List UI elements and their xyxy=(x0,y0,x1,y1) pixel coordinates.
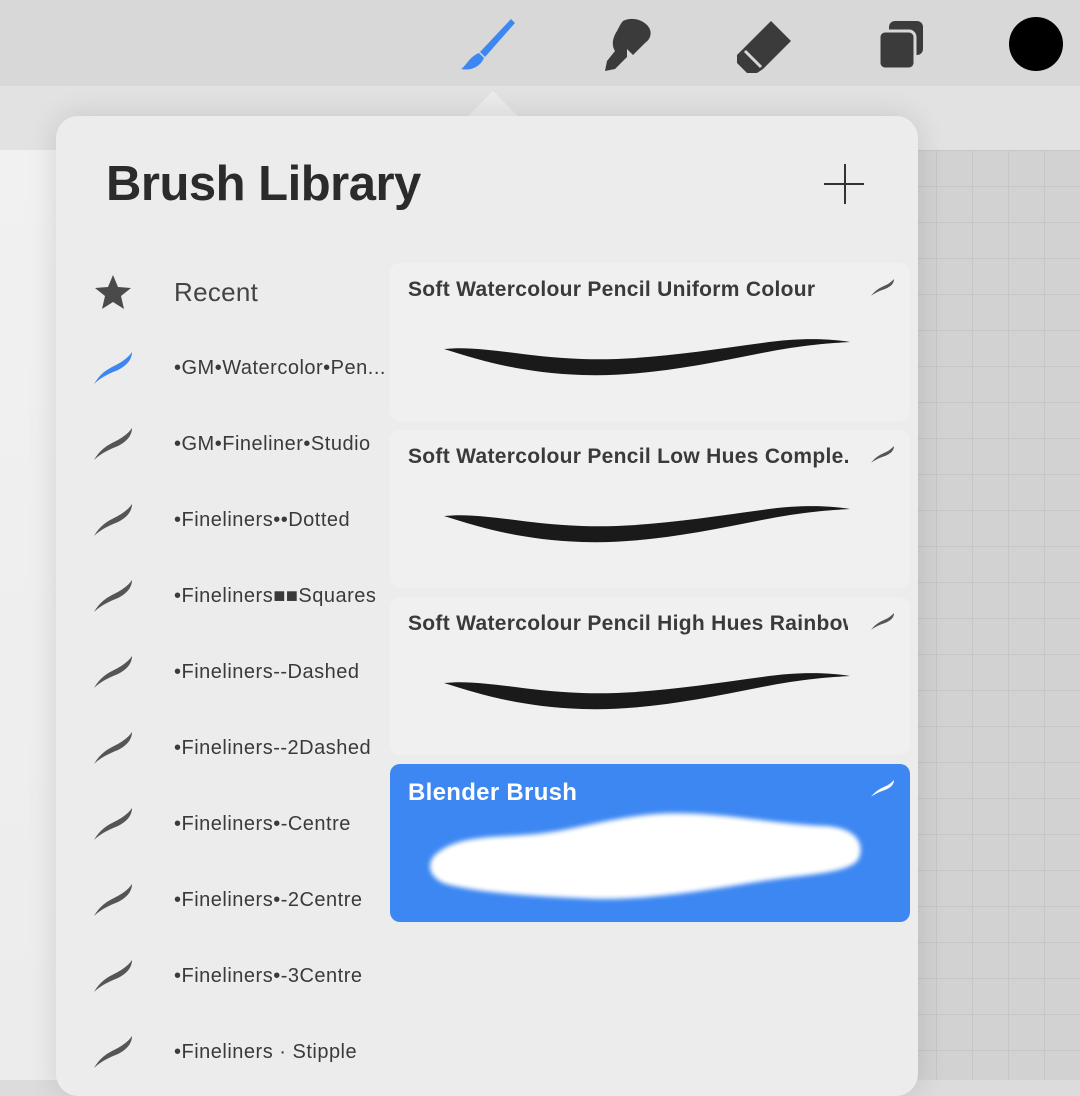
brush-set-label: •Fineliners--2Dashed xyxy=(174,736,372,759)
brush-stroke-icon xyxy=(871,613,894,630)
brush-set-label: •Fineliners--Dashed xyxy=(174,660,360,683)
smudge-tool-button[interactable] xyxy=(590,10,660,80)
brush-set-label: •Fineliners•-Centre xyxy=(174,812,351,835)
brush-stroke-icon xyxy=(94,428,132,460)
brush-set-item[interactable]: •Fineliners■■Squares xyxy=(56,558,390,634)
color-picker-button[interactable] xyxy=(1009,17,1063,71)
brush-set-recent[interactable]: Recent xyxy=(56,254,390,330)
brush-stroke-icon xyxy=(871,279,894,296)
layers-icon xyxy=(877,21,923,71)
brush-set-label: •Fineliners•-3Centre xyxy=(174,964,363,987)
canvas-grid-area[interactable] xyxy=(900,150,1080,1080)
brush-name: Soft Watercolour Pencil Uniform Colour xyxy=(408,278,816,301)
brush-set-item[interactable]: •GM•Watercolor•Pen... xyxy=(56,330,390,406)
stroke-preview xyxy=(430,813,861,899)
brush-icon xyxy=(461,19,515,70)
brush-set-label: •GM•Watercolor•Pen... xyxy=(174,356,386,379)
brush-set-item[interactable]: •Fineliners•-3Centre xyxy=(56,938,390,1014)
brush-stroke-icon xyxy=(94,884,132,916)
brush-set-label: Recent xyxy=(174,276,259,307)
brush-stroke-icon xyxy=(94,352,132,384)
brush-set-item[interactable]: •Fineliners--2Dashed xyxy=(56,710,390,786)
brush-set-label: •Fineliners••Dotted xyxy=(174,508,351,531)
brush-tool-button[interactable] xyxy=(452,10,522,80)
brush-set-item[interactable]: •Fineliners•-Centre xyxy=(56,786,390,862)
stroke-preview xyxy=(444,673,850,710)
brush-stroke-icon xyxy=(94,808,132,840)
stroke-preview xyxy=(444,506,850,543)
brush-set-label: •Fineliners · Stipple xyxy=(174,1040,358,1063)
layers-tool-button[interactable] xyxy=(864,10,934,80)
brush-stroke-icon xyxy=(94,580,132,612)
brush-set-item[interactable]: •Fineliners•-2Centre xyxy=(56,862,390,938)
add-brush-set-button[interactable] xyxy=(822,162,868,208)
brush-stroke-icon xyxy=(871,446,894,463)
brush-set-label: •Fineliners•-2Centre xyxy=(174,888,363,911)
brush-name: Soft Watercolour Pencil Low Hues Comple.… xyxy=(408,445,848,468)
brush-stroke-icon xyxy=(94,504,132,536)
smudge-finger-icon xyxy=(605,18,651,71)
brush-set-item[interactable]: •Fineliners · Stipple xyxy=(56,1014,390,1090)
brush-set-item[interactable]: •Fineliners••Dotted xyxy=(56,482,390,558)
eraser-tool-button[interactable] xyxy=(728,10,798,80)
stroke-preview xyxy=(444,339,850,376)
eraser-icon xyxy=(737,21,791,73)
panel-title: Brush Library xyxy=(106,157,421,211)
popover-arrow xyxy=(467,91,519,117)
brush-name: Blender Brush xyxy=(408,779,578,806)
brush-stroke-icon xyxy=(94,732,132,764)
brush-card-selected[interactable]: Blender Brush xyxy=(390,764,910,922)
brush-library-panel: Brush Library Recent •GM•Watercolor•Pen.… xyxy=(56,116,918,1096)
brush-set-label: •Fineliners■■Squares xyxy=(174,584,377,607)
brush-set-item[interactable]: •GM•Fineliner•Studio xyxy=(56,406,390,482)
brush-card[interactable]: Soft Watercolour Pencil Uniform Colour xyxy=(390,263,910,421)
brush-stroke-icon xyxy=(94,1036,132,1068)
brush-card[interactable]: Soft Watercolour Pencil Low Hues Comple.… xyxy=(390,430,910,588)
brush-set-item[interactable]: •Fineliners--Dashed xyxy=(56,634,390,710)
brush-set-label: •GM•Fineliner•Studio xyxy=(174,432,371,455)
brush-stroke-icon xyxy=(871,780,894,797)
brush-stroke-icon xyxy=(94,656,132,688)
brush-stroke-icon xyxy=(94,960,132,992)
star-icon xyxy=(95,275,131,309)
brush-card[interactable]: Soft Watercolour Pencil High Hues Rainbo… xyxy=(390,597,910,755)
brush-name: Soft Watercolour Pencil High Hues Rainbo… xyxy=(408,612,848,635)
